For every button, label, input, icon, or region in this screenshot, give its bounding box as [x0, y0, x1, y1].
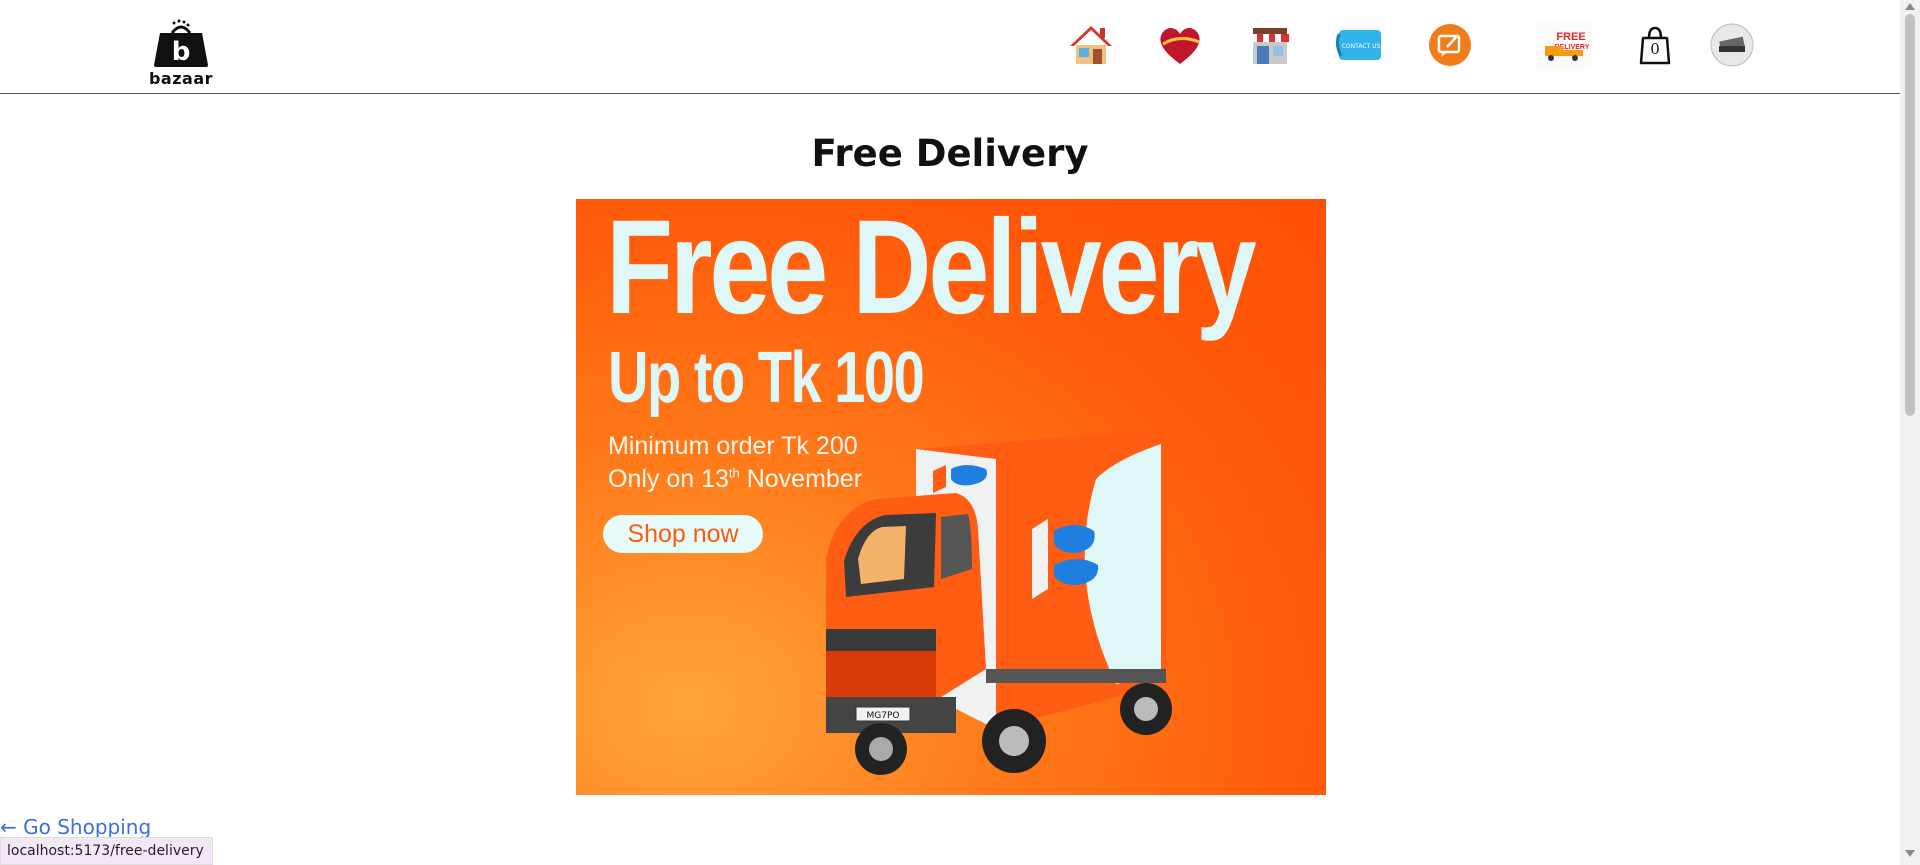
free-delivery-icon[interactable]: FREE DELIVERY [1535, 20, 1591, 70]
site-header: b bazaar CONTACT US FREE DELIVERY 0 [0, 0, 1900, 94]
delivery-truck-image: MG7PO [826, 431, 1172, 775]
svg-text:b: b [172, 37, 191, 67]
home-icon[interactable] [1066, 20, 1116, 70]
shop-now-button[interactable]: Shop now [603, 515, 763, 553]
logo-text: bazaar [148, 69, 214, 88]
bazaar-logo[interactable]: b bazaar [148, 9, 214, 88]
cart-icon[interactable]: 0 [1630, 20, 1680, 70]
scrollbar-thumb[interactable] [1905, 14, 1915, 416]
vertical-scrollbar[interactable] [1900, 0, 1920, 865]
cart-count-badge: 0 [1650, 40, 1660, 58]
contact-us-icon[interactable]: CONTACT US [1335, 20, 1385, 70]
banner-subheadline: Up to Tk 100 [608, 338, 925, 418]
scroll-down-arrow-icon[interactable] [1905, 850, 1915, 857]
page-title: Free Delivery [811, 132, 1089, 175]
shopping-bag-logo-icon: b [154, 19, 208, 67]
wishlist-heart-icon[interactable] [1155, 20, 1205, 70]
status-bar-url: localhost:5173/free-delivery [0, 837, 213, 865]
shop-icon[interactable] [1245, 20, 1295, 70]
free-delivery-banner: Free Delivery Up to Tk 100 Minimum order… [576, 199, 1326, 795]
go-shopping-link[interactable]: ← Go Shopping [0, 815, 151, 839]
banner-headline: Free Delivery [606, 199, 1257, 342]
profile-icon[interactable] [1707, 20, 1757, 70]
svg-text:FREE: FREE [1556, 31, 1585, 43]
scroll-up-arrow-icon[interactable] [1905, 3, 1915, 10]
svg-text:CONTACT US: CONTACT US [1342, 43, 1381, 50]
blog-icon[interactable] [1425, 20, 1475, 70]
svg-text:MG7PO: MG7PO [867, 711, 900, 721]
